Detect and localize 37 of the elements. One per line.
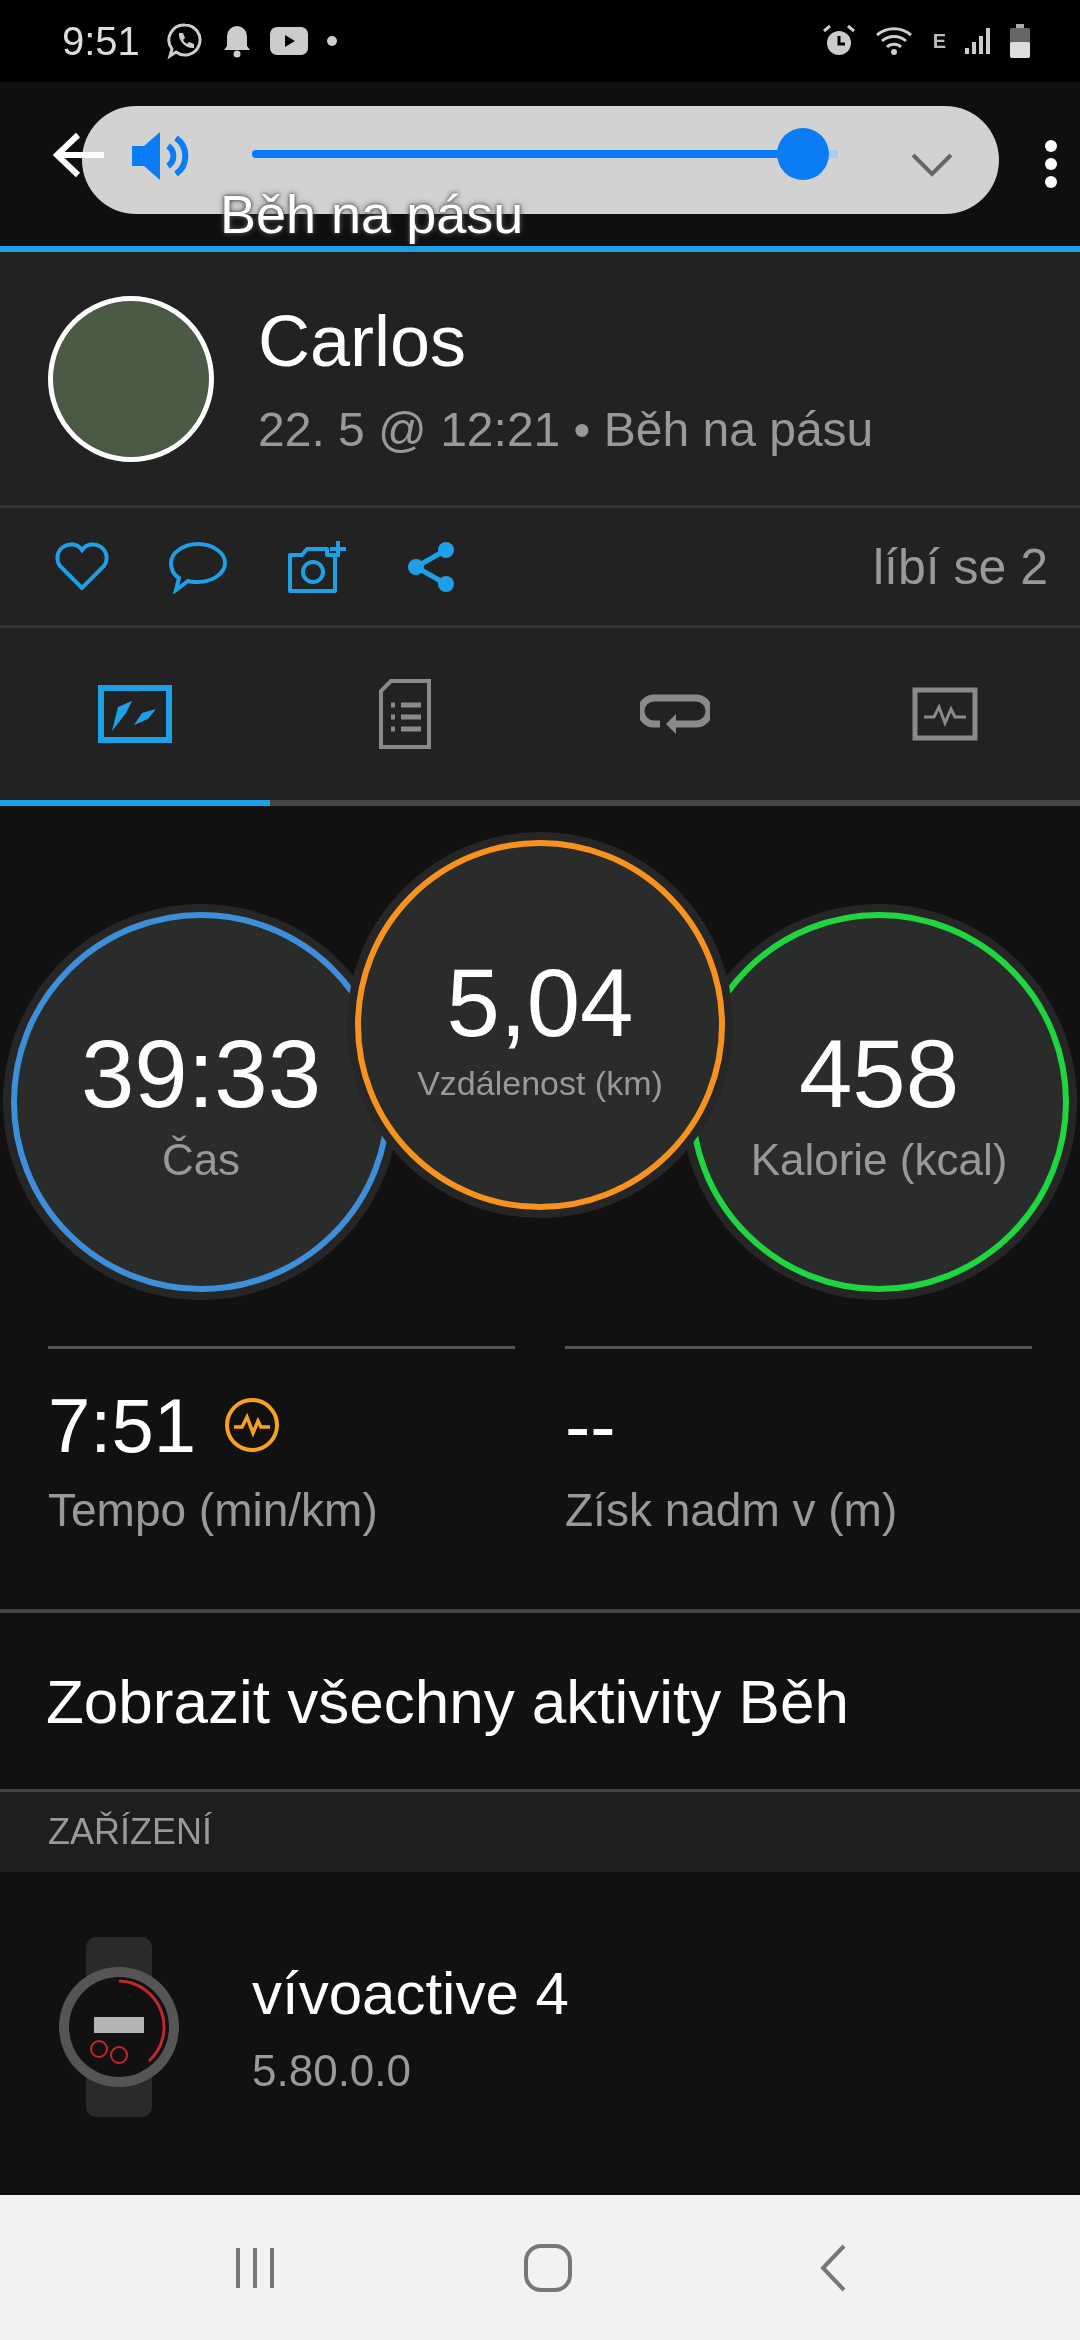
play-icon [269,27,308,55]
metric-value: 458 [798,1019,960,1129]
section-header: ZAŘÍZENÍ [0,1792,1080,1872]
dot-icon [325,35,338,47]
add-photo-icon[interactable] [286,538,348,595]
phone-chat-icon [165,22,204,60]
likes-count[interactable]: líbí se 2 [872,537,1048,596]
battery-icon [1010,24,1030,58]
bell-icon [221,24,252,58]
user-name: Carlos [258,300,468,382]
metric-value: 5,04 [446,947,634,1058]
status-time: 9:51 [62,18,140,64]
document-icon [379,679,431,749]
heart-rate-icon [223,1397,280,1453]
chevron-down-icon[interactable] [910,152,954,178]
device-version: 5.80.0.0 [252,2045,413,2096]
slider-thumb[interactable] [776,128,829,180]
stat-value: 7:51 [48,1381,196,1469]
device-name: vívoactive 4 [252,1958,569,2028]
stat-label: Získ nadm v (m) [565,1483,899,1537]
signal-icon [964,26,992,56]
summary-icon [98,685,172,743]
activity-subtitle: 22. 5 @ 12:21 • Běh na pásu [258,402,874,457]
stat-label: Tempo (min/km) [48,1483,379,1537]
back-arrow-icon[interactable] [52,132,106,178]
metric-label: Vzdálenost (km) [417,1063,663,1103]
metric-label: Kalorie (kcal) [750,1135,1008,1185]
stat-value: -- [565,1381,616,1469]
comment-icon[interactable] [168,539,228,594]
home-icon[interactable] [523,2242,573,2293]
more-options-icon[interactable] [1044,139,1058,189]
heart-icon[interactable] [54,541,110,592]
share-icon[interactable] [406,539,456,594]
heart-rate-chart-icon [912,687,978,741]
metric-value: 39:33 [80,1019,322,1129]
network-type-label: E [932,29,946,53]
metric-label: Čas [161,1135,241,1185]
